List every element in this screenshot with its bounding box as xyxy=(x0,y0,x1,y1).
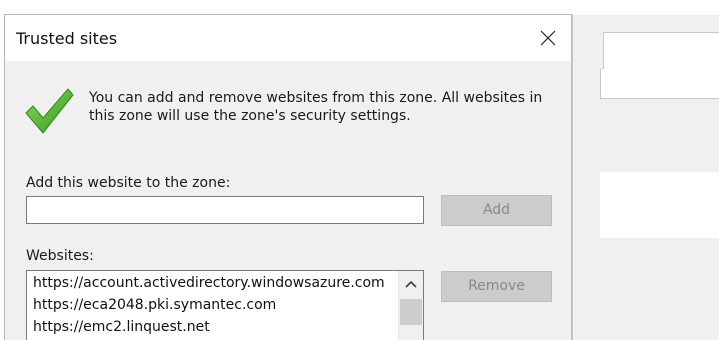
websites-list[interactable]: https://account.activedirectory.windowsa… xyxy=(26,270,424,340)
list-item[interactable]: https://emc2.linquest.net xyxy=(33,316,210,338)
close-icon xyxy=(540,30,556,46)
scroll-thumb[interactable] xyxy=(400,299,422,325)
website-input[interactable] xyxy=(26,196,424,224)
background-box xyxy=(600,172,719,239)
remove-button[interactable]: Remove xyxy=(441,271,552,302)
list-item[interactable]: https://account.activedirectory.windowsa… xyxy=(33,272,385,294)
websites-label: Websites: xyxy=(26,248,94,264)
background-band xyxy=(600,98,719,174)
title-bar[interactable]: Trusted sites xyxy=(5,15,571,61)
chevron-up-icon xyxy=(405,280,417,288)
add-button[interactable]: Add xyxy=(441,195,552,226)
background-tab[interactable] xyxy=(603,32,719,69)
vertical-scrollbar[interactable] xyxy=(398,271,423,340)
close-button[interactable] xyxy=(525,23,571,53)
background-lower-area xyxy=(600,238,719,340)
list-item[interactable]: https://eca2048.pki.symantec.com xyxy=(33,294,276,316)
dialog-title: Trusted sites xyxy=(16,29,118,48)
check-icon xyxy=(25,88,74,134)
scroll-up-button[interactable] xyxy=(399,271,423,297)
zone-info-text: You can add and remove websites from thi… xyxy=(89,90,543,124)
trusted-sites-dialog: Trusted sites You can add and remove web… xyxy=(4,14,572,340)
screen: Trusted sites You can add and remove web… xyxy=(0,0,719,340)
add-website-label: Add this website to the zone: xyxy=(26,175,231,191)
